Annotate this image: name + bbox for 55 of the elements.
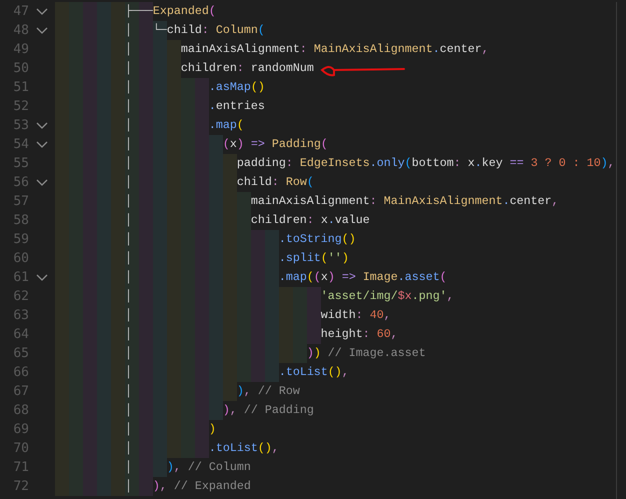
line-number: 60 [12, 251, 29, 266]
chevron-icon[interactable] [36, 122, 48, 129]
line-number: 49 [12, 42, 29, 57]
line-number: 71 [12, 460, 29, 475]
line-number: 48 [12, 23, 29, 38]
chevron-icon[interactable] [36, 274, 48, 281]
line-number: 57 [12, 194, 29, 209]
code-line: │ mainAxisAlignment: MainAxisAlignment.center, [55, 192, 559, 211]
code-line: │ (x) => Padding( [55, 135, 328, 154]
code-line: │ .toString() [55, 230, 356, 249]
code-line: │ .map((x) => Image.asset( [55, 268, 447, 287]
code-line: │ )) // Image.asset [55, 344, 426, 363]
chevron-icon[interactable] [36, 179, 48, 186]
line-number: 70 [12, 441, 29, 456]
line-number: 50 [12, 61, 29, 76]
code-line: │ padding: EdgeInsets.only(bottom: x.key == 3 ? 0 : 10), [55, 154, 615, 173]
line-number: 55 [12, 156, 29, 171]
line-number: 66 [12, 365, 29, 380]
line-number: 72 [12, 479, 29, 494]
code-line: │ mainAxisAlignment: MainAxisAlignment.center, [55, 40, 489, 59]
line-number: 64 [12, 327, 29, 342]
code-line: │ ) [55, 420, 216, 439]
code-line: │ child: Row( [55, 173, 314, 192]
code-line: ├───Expanded( [55, 2, 216, 21]
line-number: 58 [12, 213, 29, 228]
line-number: 54 [12, 137, 29, 152]
line-number: 51 [12, 80, 29, 95]
chevron-icon[interactable] [36, 141, 48, 148]
code-line: │ └─child: Column( [55, 21, 265, 40]
code-line: │ .asMap() [55, 78, 265, 97]
code-line: │ ), // Column [55, 458, 251, 477]
line-number: 67 [12, 384, 29, 399]
code-line: │ ), // Padding [55, 401, 314, 420]
line-number: 61 [12, 270, 29, 285]
line-number: 59 [12, 232, 29, 247]
code-line: │ .toList(), [55, 363, 349, 382]
chevron-icon[interactable] [36, 8, 48, 15]
line-number: 52 [12, 99, 29, 114]
line-number: 63 [12, 308, 29, 323]
code-line: │ children: x.value [55, 211, 370, 230]
code-line: │ .toList(), [55, 439, 279, 458]
code-line: │ .entries [55, 97, 265, 116]
code-line: │ children: randomNum [55, 59, 314, 78]
code-line: │ ), // Expanded [55, 477, 251, 496]
line-number: 69 [12, 422, 29, 437]
code-line: │ .map( [55, 116, 244, 135]
chevron-icon[interactable] [36, 27, 48, 34]
line-number: 65 [12, 346, 29, 361]
code-line: │ ), // Row [55, 382, 300, 401]
line-number: 68 [12, 403, 29, 418]
line-number: 62 [12, 289, 29, 304]
code-line: │ .split('') [55, 249, 349, 268]
line-number: 53 [12, 118, 29, 133]
line-number: 47 [12, 4, 29, 19]
line-number: 56 [12, 175, 29, 190]
